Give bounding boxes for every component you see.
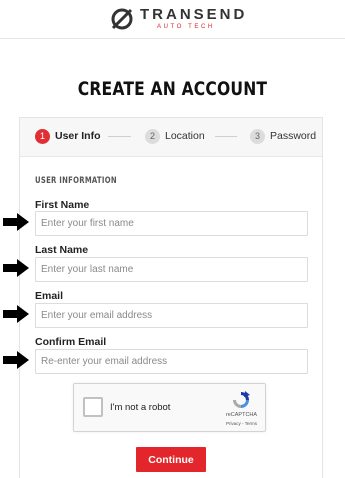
recaptcha-brand: reCAPTCHA [225, 412, 258, 418]
first-name-label: First Name [35, 199, 90, 211]
brand-tagline: AUTO TECH [157, 24, 215, 30]
confirm-email-label: Confirm Email [35, 336, 107, 348]
recaptcha-widget: I'm not a robot reCAPTCHA Privacy - Term… [73, 383, 266, 432]
email-label: Email [35, 290, 64, 302]
brand-name: TRANSEND [140, 6, 248, 23]
step-connector [215, 136, 237, 137]
recaptcha-icon [233, 391, 250, 408]
step-label: Password [270, 130, 317, 142]
right-arrow-icon [3, 351, 29, 369]
first-name-input[interactable] [35, 211, 308, 236]
site-header: TRANSEND AUTO TECH [0, 0, 345, 39]
right-arrow-icon [3, 259, 29, 277]
email-input[interactable] [35, 303, 308, 328]
progress-steps: 1 User Info 2 Location 3 Password [20, 118, 322, 157]
step-connector [108, 136, 131, 137]
step-number: 3 [250, 129, 265, 144]
brand-logo[interactable]: TRANSEND AUTO TECH [110, 4, 244, 36]
continue-button[interactable]: Continue [136, 447, 206, 472]
section-heading: USER INFORMATION [35, 176, 117, 186]
step-label: User Info [55, 130, 101, 142]
slashed-circle-icon [111, 8, 133, 30]
page-title: CREATE AN ACCOUNT [77, 78, 268, 100]
confirm-email-input[interactable] [35, 349, 308, 374]
recaptcha-checkbox[interactable] [83, 397, 103, 417]
step-number: 1 [35, 129, 50, 144]
right-arrow-icon [3, 213, 29, 231]
step-label: Location [165, 130, 205, 142]
right-arrow-icon [3, 305, 29, 323]
step-number: 2 [145, 129, 160, 144]
last-name-label: Last Name [35, 244, 89, 256]
last-name-input[interactable] [35, 257, 308, 282]
recaptcha-privacy-terms-link[interactable]: Privacy - Terms [219, 421, 264, 426]
recaptcha-label: I'm not a robot [110, 402, 171, 413]
